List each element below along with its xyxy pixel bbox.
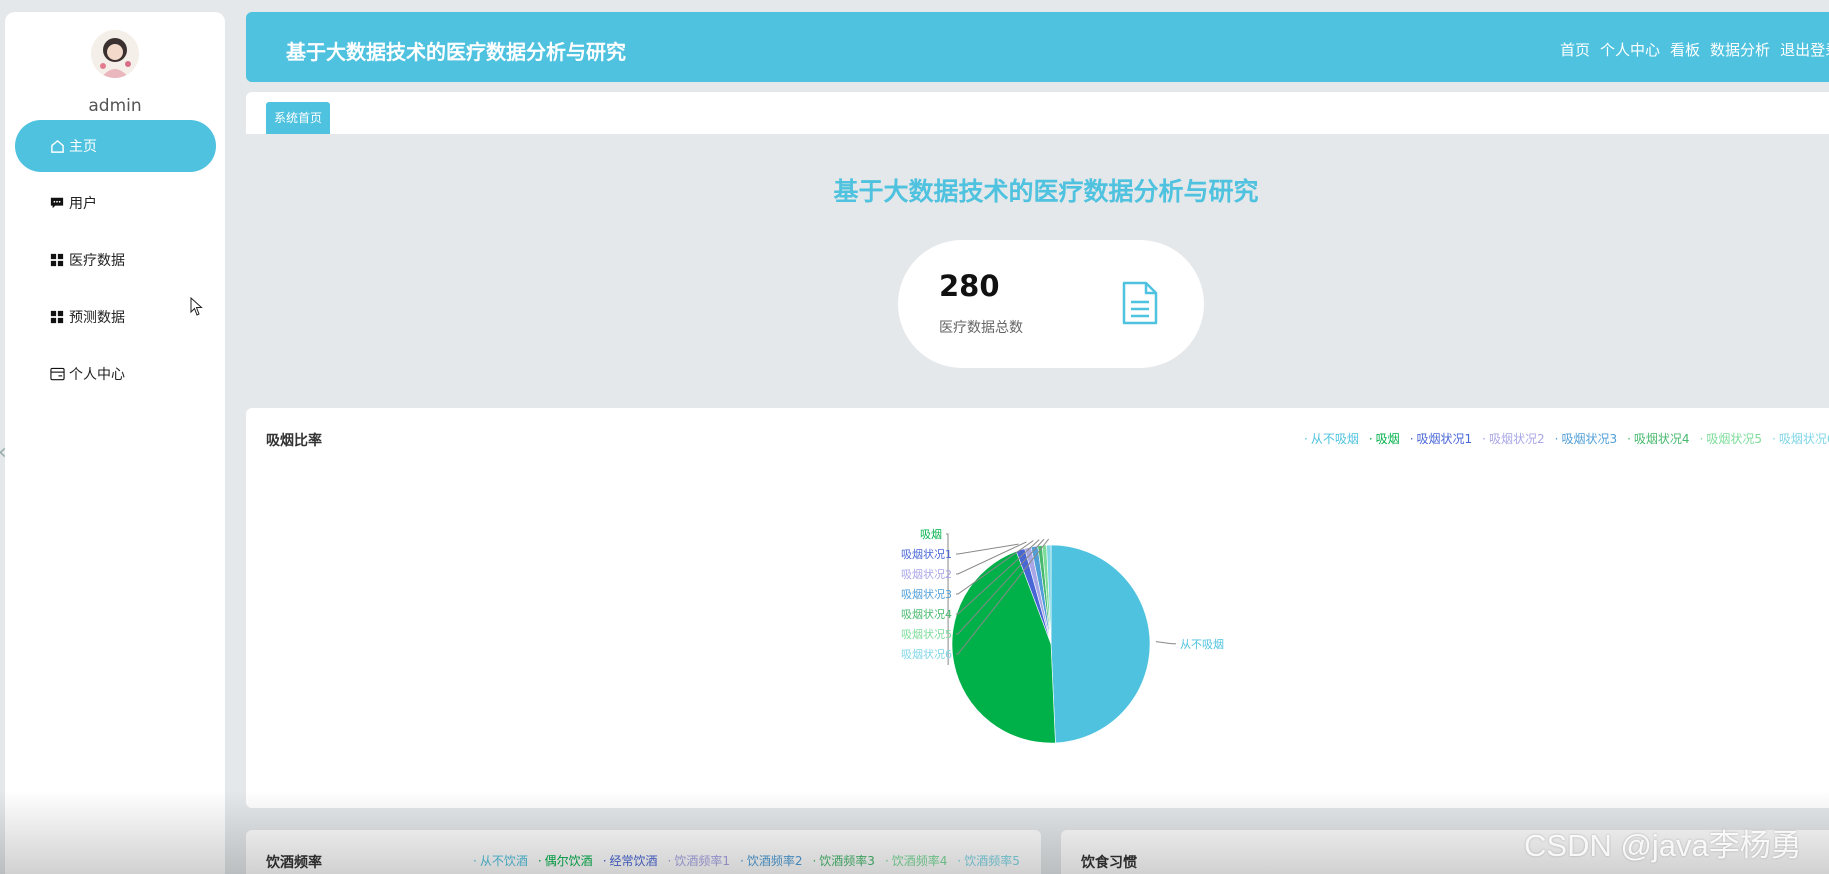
- pie-chart: 从不吸烟 吸烟吸烟状况1 吸烟状况2 吸烟状况3 吸烟状况4 吸烟状况5 吸烟状况6: [901, 527, 1224, 744]
- watermark: CSDN @java李杨勇: [1524, 828, 1802, 863]
- page-title: 基于大数据技术的医疗数据分析与研究: [833, 177, 1259, 206]
- sidebar-item-label: 个人中心: [69, 367, 125, 383]
- slice-label: 吸烟: [920, 527, 942, 541]
- legend-item[interactable]: 经常饮酒: [603, 852, 658, 869]
- nav-link-profile[interactable]: 个人中心: [1600, 39, 1660, 60]
- stat-value: 280: [939, 269, 1000, 303]
- panel-title: 饮酒频率: [266, 855, 322, 871]
- tab-system-home[interactable]: 系统首页: [266, 102, 331, 134]
- sidebar: admin 主页 用户 医疗数据 预测数据 个人中心: [5, 12, 225, 874]
- nav-link-home[interactable]: 首页: [1560, 39, 1590, 60]
- stat-card: 280 医疗数据总数: [898, 240, 1204, 368]
- header-nav: 首页 个人中心 看板 数据分析 退出登录: [1560, 39, 1829, 60]
- nav-link-logout[interactable]: 退出登录: [1780, 39, 1829, 60]
- legend-item[interactable]: 饮酒频率1: [668, 852, 730, 869]
- legend-item[interactable]: 偶尔饮酒: [538, 852, 593, 869]
- avatar[interactable]: [91, 30, 139, 78]
- home-icon: [49, 138, 65, 154]
- stat-label: 医疗数据总数: [939, 320, 1023, 336]
- sidebar-item-label: 主页: [69, 139, 97, 155]
- grid-icon: [49, 309, 65, 325]
- slice-label: 吸烟状况1: [901, 547, 952, 561]
- legend-item[interactable]: 饮酒频率5: [957, 852, 1020, 869]
- slice-label: 从不吸烟: [1180, 637, 1224, 651]
- nav-link-dashboard[interactable]: 看板: [1670, 39, 1700, 60]
- legend-item[interactable]: 饮酒频率4: [885, 852, 948, 869]
- top-header: 基于大数据技术的医疗数据分析与研究 首页 个人中心 看板 数据分析 退出登录: [246, 12, 1829, 82]
- slice-label: 吸烟状况2: [901, 567, 952, 581]
- chart-legend: 从不饮酒偶尔饮酒经常饮酒饮酒频率1 饮酒频率2 饮酒频率3 饮酒频率4 饮酒频率5: [473, 852, 1020, 869]
- sidebar-item-label: 用户: [69, 196, 97, 212]
- pie-slice[interactable]: [1050, 544, 1151, 744]
- drinking-chart-panel: 饮酒频率 从不饮酒偶尔饮酒经常饮酒饮酒频率1 饮酒频率2 饮酒频率3 饮酒频率4 饮酒频…: [246, 830, 1041, 874]
- slice-label: 吸烟状况6: [901, 647, 952, 661]
- mouse-cursor-icon: [190, 296, 204, 321]
- slice-label: 吸烟状况4: [901, 607, 952, 621]
- slice-label: 吸烟状况5: [901, 627, 952, 641]
- sidebar-item-prediction-data[interactable]: 预测数据: [15, 291, 216, 343]
- smoking-chart-panel: 吸烟比率 从不吸烟吸烟吸烟状况1吸烟状况2吸烟状况3吸烟状况4吸烟状况5吸烟状况…: [246, 408, 1829, 808]
- sidebar-item-home[interactable]: 主页: [15, 120, 216, 172]
- legend-item[interactable]: 从不饮酒: [473, 852, 528, 869]
- card-icon: [49, 366, 65, 382]
- sidebar-item-profile[interactable]: 个人中心: [15, 348, 216, 400]
- username: admin: [88, 96, 142, 116]
- label-line: [956, 543, 1019, 555]
- legend-item[interactable]: 饮酒频率2: [740, 852, 803, 869]
- sidebar-item-label: 医疗数据: [69, 253, 125, 269]
- label-line: [1155, 641, 1176, 645]
- header-title: 基于大数据技术的医疗数据分析与研究: [286, 40, 626, 64]
- slice-label: 吸烟状况3: [901, 587, 952, 601]
- collapse-sidebar-icon[interactable]: ‹: [0, 440, 7, 465]
- document-icon: [1120, 280, 1160, 330]
- sidebar-item-users[interactable]: 用户: [15, 177, 216, 229]
- grid-icon: [49, 252, 65, 268]
- sidebar-item-label: 预测数据: [69, 310, 125, 326]
- tabs-bar: 系统首页: [246, 92, 1829, 134]
- panel-title: 饮食习惯: [1081, 855, 1137, 871]
- legend-item[interactable]: 饮酒频率3: [812, 852, 875, 869]
- sidebar-item-medical-data[interactable]: 医疗数据: [15, 234, 216, 286]
- chat-icon: [49, 195, 65, 211]
- nav-link-analysis[interactable]: 数据分析: [1710, 39, 1770, 60]
